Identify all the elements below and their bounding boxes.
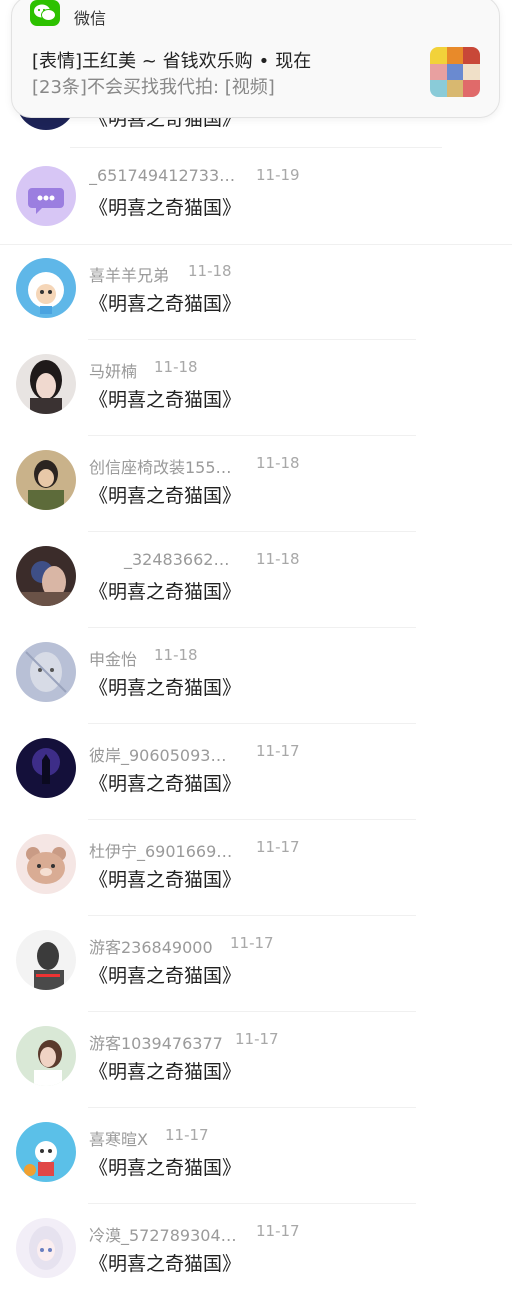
message-preview: 《明喜之奇猫国》 [89,1253,242,1275]
contact-name: 冷漠_572789304… [89,1226,237,1245]
contact-name: 彼岸_90605093… [89,746,227,765]
conversation-row[interactable]: 游客236849000 11-17 《明喜之奇猫国》 [0,916,512,1012]
avatar [16,1218,76,1278]
contact-name: 创信座椅改装155… [89,458,232,477]
message-preview: 《明喜之奇猫国》 [89,293,242,315]
conversation-list: 《明喜之奇猫国》 _651749412733… 11-19 《明喜之奇猫国》 喜… [0,0,512,1280]
conversation-row[interactable]: 马妍楠 11-18 《明喜之奇猫国》 [0,340,512,436]
conversation-row[interactable]: _651749412733… 11-19 《明喜之奇猫国》 [0,148,512,244]
conversation-row[interactable]: 创信座椅改装155… 11-18 《明喜之奇猫国》 [0,436,512,532]
timestamp: 11-18 [188,262,232,280]
message-preview: 《明喜之奇猫国》 [89,965,242,987]
message-preview: 《明喜之奇猫国》 [89,389,242,411]
message-preview: 《明喜之奇猫国》 [89,1157,242,1179]
contact-name: 游客1039476377 [89,1034,223,1053]
notification-thumbnail [430,47,480,97]
conversation-row[interactable]: 游客1039476377 11-17 《明喜之奇猫国》 [0,1012,512,1108]
conversation-row[interactable]: 喜羊羊兄弟 11-18 《明喜之奇猫国》 [0,244,512,340]
message-preview: 《明喜之奇猫国》 [89,485,242,507]
avatar [16,258,76,318]
contact-name: _651749412733… [89,166,236,185]
message-preview: 《明喜之奇猫国》 [89,1061,242,1083]
timestamp: 11-18 [154,646,198,664]
message-preview: 《明喜之奇猫国》 [89,197,242,219]
contact-name: 游客236849000 [89,938,213,957]
avatar [16,1122,76,1182]
timestamp: 11-17 [256,1222,300,1240]
notification-app-name: 微信 [74,9,107,28]
avatar [16,1026,76,1086]
message-preview: 《明喜之奇猫国》 [89,869,242,891]
timestamp: 11-18 [256,454,300,472]
message-preview: 《明喜之奇猫国》 [89,581,242,603]
timestamp: 11-18 [154,358,198,376]
wechat-icon [30,0,60,26]
notification-banner[interactable]: 微信 [表情]王红美 ~ 省钱欢乐购 • 现在 [23条]不会买找我代拍: [视频] [11,0,500,118]
conversation-row[interactable]: 申金怡 11-18 《明喜之奇猫国》 [0,628,512,724]
avatar [16,450,76,510]
message-preview: 《明喜之奇猫国》 [89,773,242,795]
timestamp: 11-17 [256,742,300,760]
avatar [16,166,76,226]
message-preview: 《明喜之奇猫国》 [89,677,242,699]
notification-time: 现在 [275,51,312,72]
conversation-row[interactable]: 喜寒暄X 11-17 《明喜之奇猫国》 [0,1108,512,1204]
timestamp: 11-18 [256,550,300,568]
contact-name: 杜伊宁_6901669… [89,842,233,861]
conversation-row[interactable]: 彼岸_90605093… 11-17 《明喜之奇猫国》 [0,724,512,820]
conversation-row[interactable]: 冷漠_572789304… 11-17 《明喜之奇猫国》 [0,1204,512,1300]
timestamp: 11-17 [165,1126,209,1144]
timestamp: 11-17 [230,934,274,952]
conversation-row[interactable]: _32483662… 11-18 《明喜之奇猫国》 [0,532,512,628]
conversation-row[interactable]: 杜伊宁_6901669… 11-17 《明喜之奇猫国》 [0,820,512,916]
contact-name: 申金怡 [89,650,138,669]
contact-name: 喜羊羊兄弟 [89,266,170,285]
notification-title: [表情]王红美 ~ 省钱欢乐购 [32,51,253,72]
contact-name: 马妍楠 [89,362,138,381]
avatar [16,354,76,414]
contact-name: 喜寒暄X [89,1130,148,1149]
avatar [16,642,76,702]
timestamp: 11-19 [256,166,300,184]
avatar [16,738,76,798]
avatar [16,546,76,606]
timestamp: 11-17 [256,838,300,856]
contact-name: _32483662… [124,550,230,569]
timestamp: 11-17 [235,1030,279,1048]
avatar [16,930,76,990]
notification-body: [23条]不会买找我代拍: [视频] [32,77,275,98]
avatar [16,834,76,894]
